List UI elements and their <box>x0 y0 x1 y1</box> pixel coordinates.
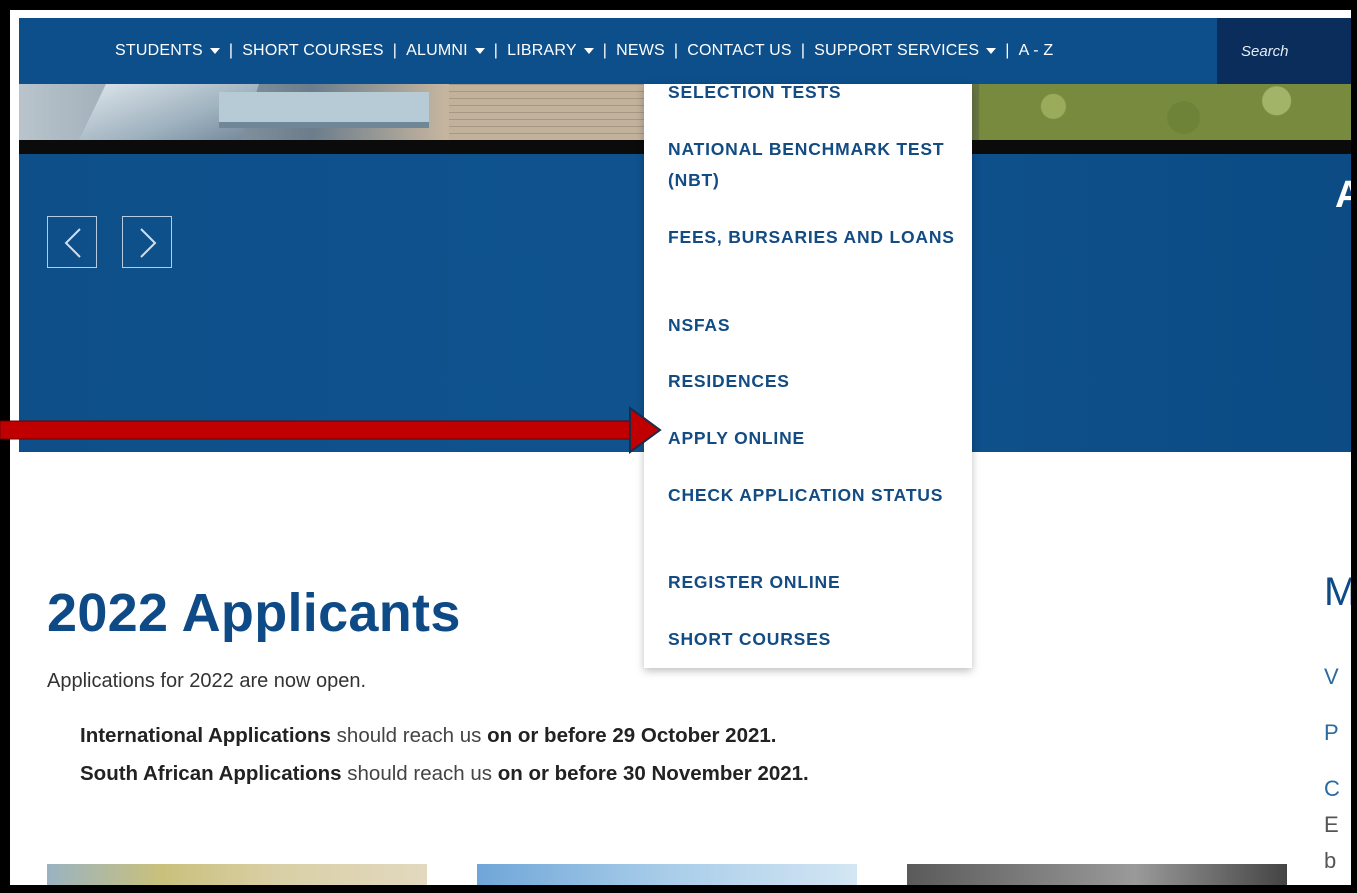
nav-label: SUPPORT SERVICES <box>814 42 980 59</box>
slider-next-button[interactable] <box>122 216 172 268</box>
nav-item-library[interactable]: LIBRARY <box>507 42 594 60</box>
sa-deadline: on or before 30 November 2021. <box>497 762 809 785</box>
menu-item-nsfas[interactable]: NSFAS <box>668 310 958 341</box>
intl-mid: should reach us <box>336 724 482 747</box>
right-column-link-cut[interactable]: C <box>1324 776 1340 802</box>
nav-label: ALUMNI <box>406 42 468 59</box>
chevron-left-icon <box>64 228 81 258</box>
photo-glass <box>219 92 429 128</box>
nav-item-news[interactable]: NEWS <box>616 42 665 60</box>
nav-label: STUDENTS <box>115 42 203 59</box>
nav-separator: | <box>493 42 499 59</box>
top-navigation-bar: STUDENTS | SHORT COURSES | ALUMNI | LIBR… <box>19 18 1351 84</box>
page-title: 2022 Applicants <box>47 583 461 643</box>
nav-list: STUDENTS | SHORT COURSES | ALUMNI | LIBR… <box>115 42 1053 60</box>
menu-item-short-courses[interactable]: SHORT COURSES <box>668 624 958 655</box>
intl-deadline: on or before 29 October 2021. <box>487 724 777 747</box>
nav-separator: | <box>392 42 398 59</box>
menu-item-register-online[interactable]: REGISTER ONLINE <box>668 567 958 598</box>
photo-brick-wall <box>449 84 659 140</box>
annotation-arrow-icon <box>0 406 662 454</box>
search-box <box>1217 18 1351 84</box>
right-column-link-cut[interactable]: V <box>1324 664 1339 690</box>
nav-label: LIBRARY <box>507 42 577 59</box>
caret-down-icon <box>583 47 594 54</box>
nav-separator: | <box>1005 42 1010 59</box>
menu-item-apply-online[interactable]: APPLY ONLINE <box>668 423 958 454</box>
search-input[interactable] <box>1239 41 1343 61</box>
caret-down-icon <box>474 47 485 54</box>
nav-label: SHORT COURSES <box>242 42 384 59</box>
nav-label: CONTACT US <box>687 42 792 59</box>
intl-deadline-line: International Applications should reach … <box>80 724 776 748</box>
right-column-text-cut: E <box>1324 812 1339 837</box>
chevron-right-icon <box>140 228 157 258</box>
photo-trees <box>979 84 1351 140</box>
menu-item-nbt[interactable]: NATIONAL BENCHMARK TEST (NBT) <box>668 134 958 196</box>
right-column-link-cut[interactable]: P <box>1324 720 1339 746</box>
nav-item-contact-us[interactable]: CONTACT US <box>687 42 792 60</box>
sa-label: South African Applications <box>80 762 342 785</box>
nav-separator: | <box>673 42 679 59</box>
nav-label: NEWS <box>616 42 665 59</box>
menu-item-fees-bursaries-loans[interactable]: FEES, BURSARIES AND LOANS <box>668 222 958 253</box>
nav-separator: | <box>602 42 608 59</box>
menu-item-residences[interactable]: RESIDENCES <box>668 366 958 397</box>
nav-label: A - Z <box>1018 42 1054 59</box>
nav-item-alumni[interactable]: ALUMNI <box>406 42 485 60</box>
intl-label: International Applications <box>80 724 331 747</box>
sa-mid: should reach us <box>347 762 493 785</box>
menu-item-check-application-status[interactable]: CHECK APPLICATION STATUS <box>668 480 958 511</box>
nav-item-students[interactable]: STUDENTS <box>115 42 220 60</box>
students-dropdown-menu: SELECTION TESTS NATIONAL BENCHMARK TEST … <box>644 82 972 668</box>
caret-down-icon <box>986 47 997 54</box>
right-column-heading-cut: M <box>1324 570 1351 614</box>
hero-heading-cut: A <box>1335 174 1351 216</box>
nav-separator: | <box>228 42 234 59</box>
news-thumbnail-3[interactable] <box>907 864 1287 885</box>
caret-down-icon <box>209 47 220 54</box>
slider-prev-button[interactable] <box>47 216 97 268</box>
news-thumbnail-2[interactable] <box>477 864 857 885</box>
sa-deadline-line: South African Applications should reach … <box>80 762 809 786</box>
menu-item-selection-tests[interactable]: SELECTION TESTS <box>668 77 958 108</box>
news-thumbnail-1[interactable] <box>47 864 427 885</box>
nav-separator: | <box>800 42 806 59</box>
nav-item-short-courses[interactable]: SHORT COURSES <box>242 42 384 60</box>
right-column-text-cut: b <box>1324 848 1337 873</box>
intro-text: Applications for 2022 are now open. <box>47 670 367 692</box>
nav-item-a-z[interactable]: A - Z <box>1019 42 1054 60</box>
nav-item-support-services[interactable]: SUPPORT SERVICES <box>814 42 997 60</box>
